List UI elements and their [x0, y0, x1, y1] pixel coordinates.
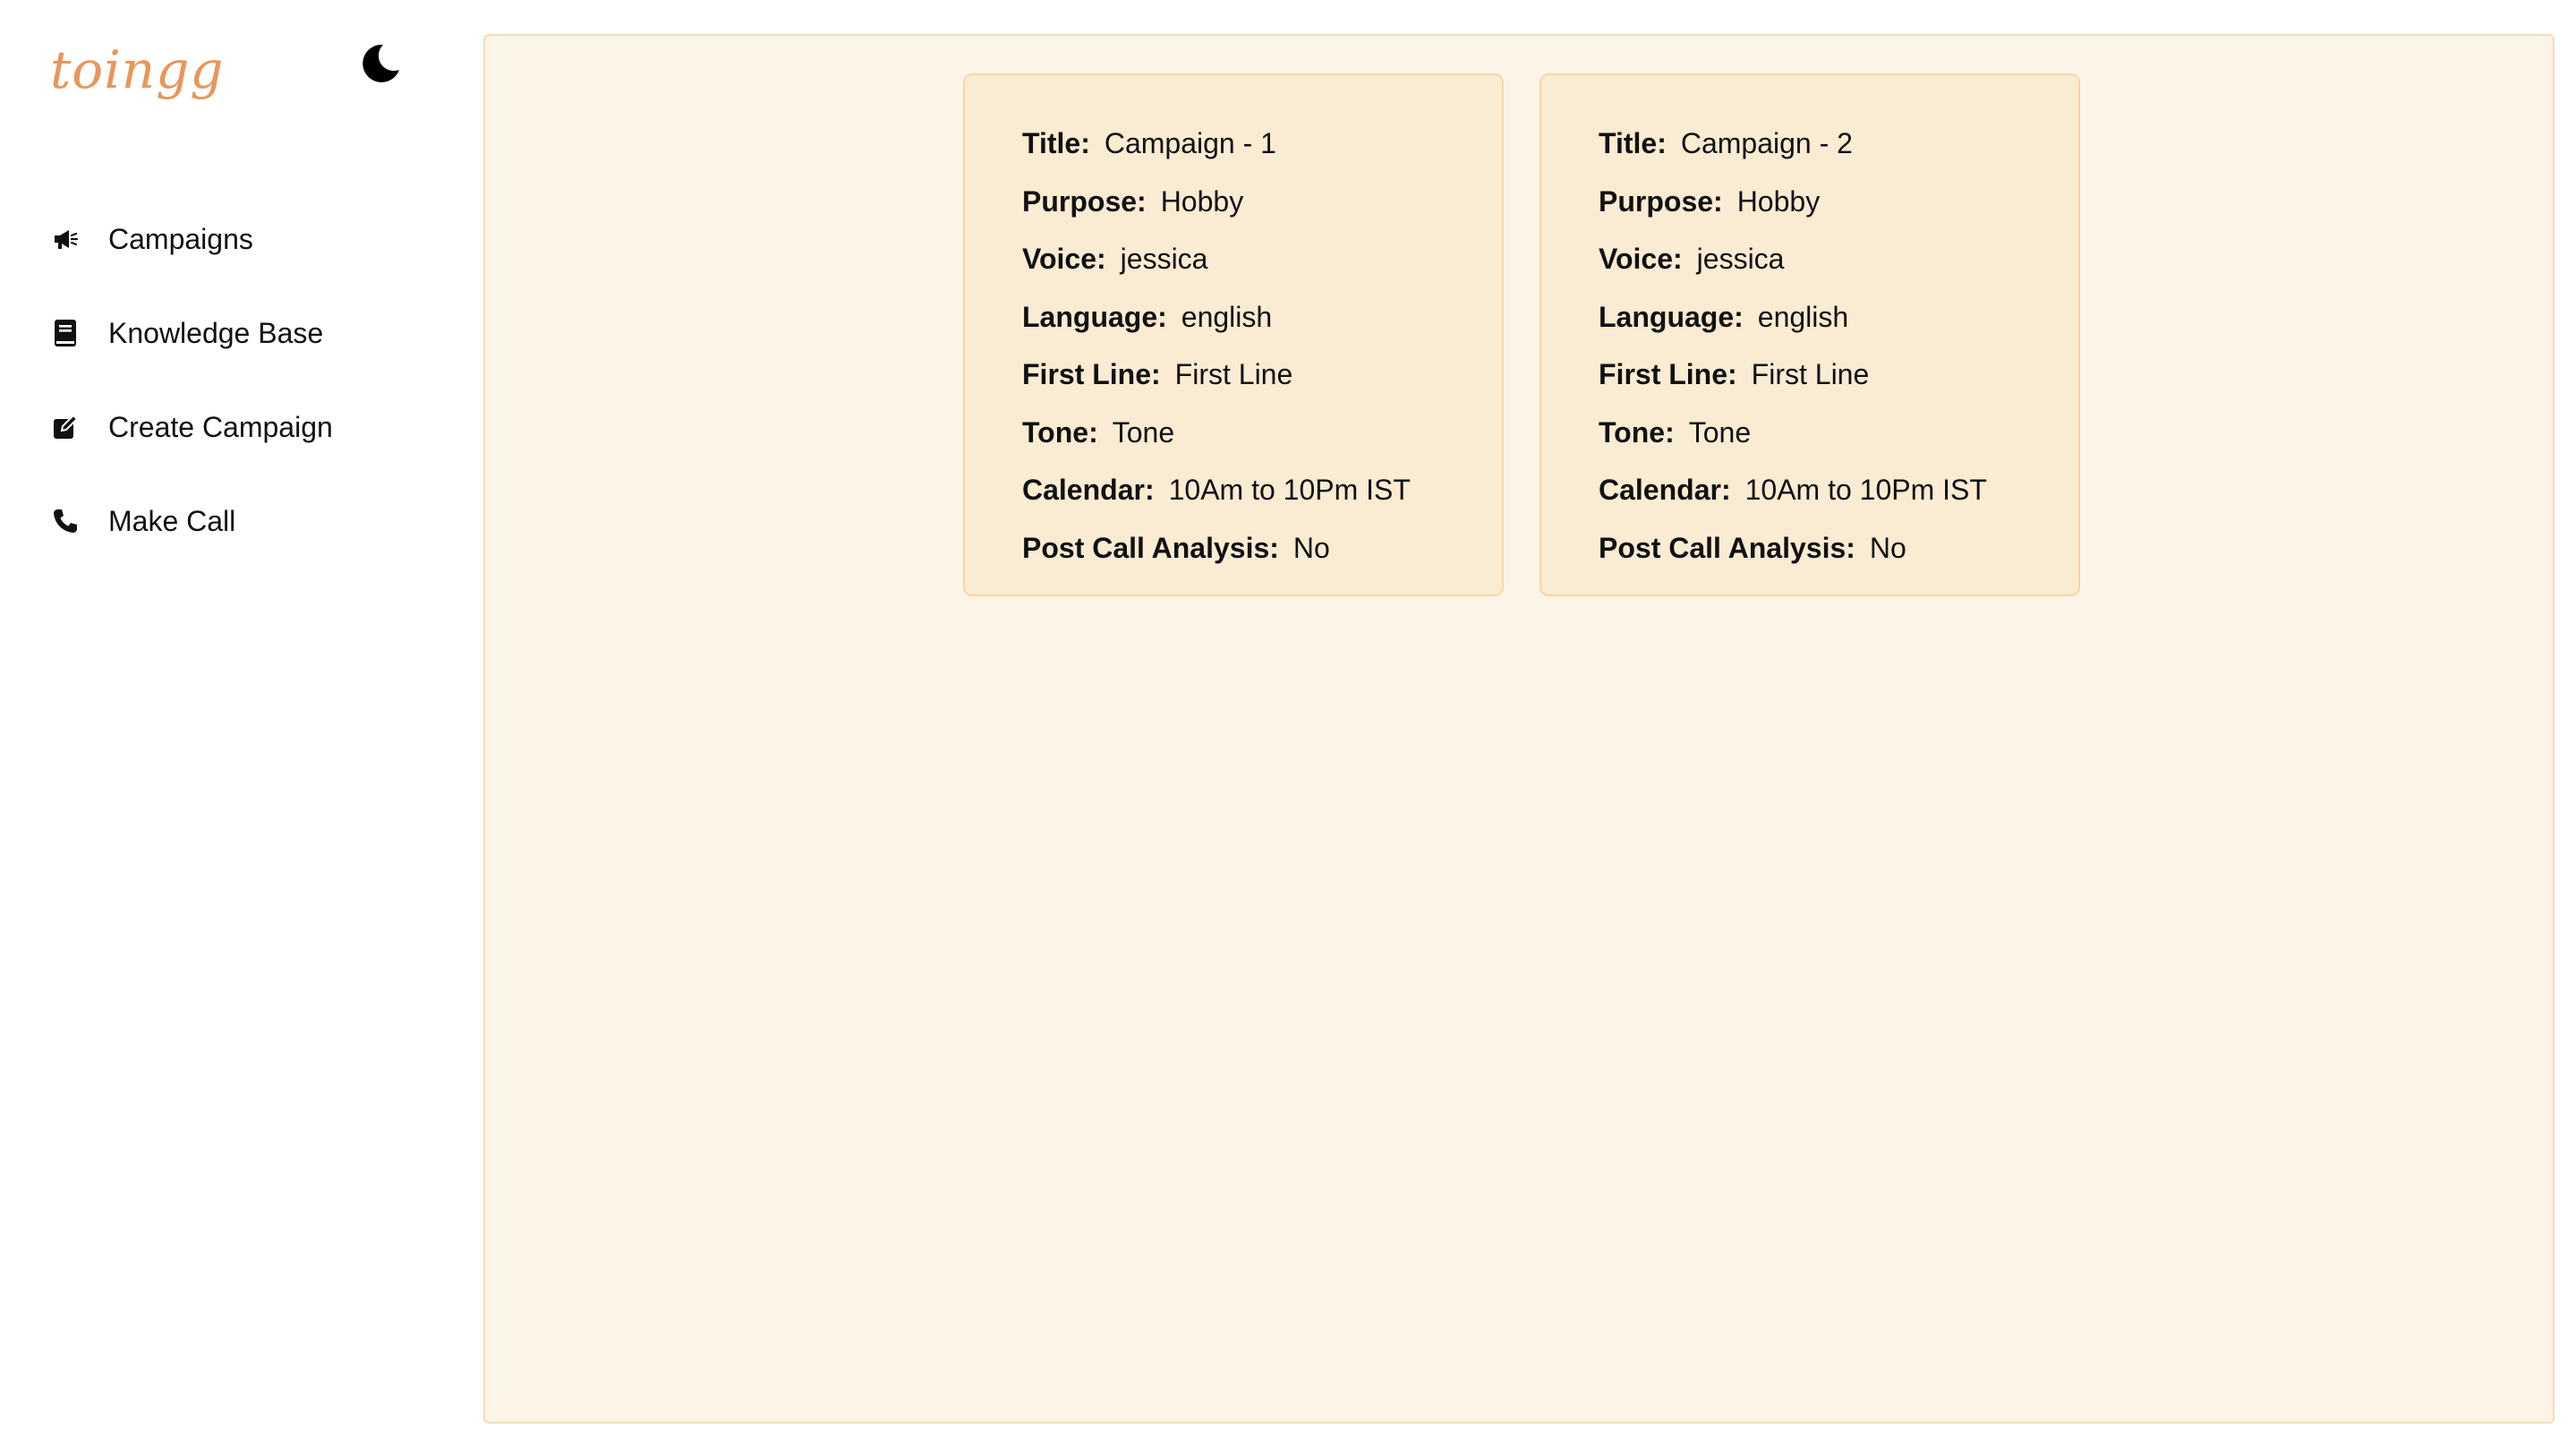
- campaign-language: english: [1757, 300, 1849, 333]
- campaign-title-row: Title: Campaign - 1: [1022, 115, 1502, 173]
- campaign-purpose-row: Purpose: Hobby: [1599, 173, 2078, 231]
- campaign-first-line: First Line: [1751, 358, 1870, 390]
- campaign-post-call-row: Post Call Analysis: No: [1599, 519, 2078, 577]
- campaign-language: english: [1181, 300, 1273, 333]
- campaign-purpose: Hobby: [1736, 184, 1821, 218]
- campaign-calendar: 10Am to 10Pm IST: [1168, 474, 1411, 506]
- field-label: Title:: [1022, 127, 1090, 159]
- campaign-first-line-row: First Line: First Line: [1022, 346, 1502, 404]
- sidebar-item-label: Make Call: [108, 504, 236, 537]
- campaign-purpose: Hobby: [1160, 184, 1244, 218]
- campaign-first-line-row: First Line: First Line: [1599, 346, 2078, 404]
- sidebar-nav: Campaigns Knowledge Base Create Campaign…: [0, 192, 483, 568]
- sidebar-item-make-call[interactable]: Make Call: [0, 474, 483, 568]
- field-label: Tone:: [1022, 415, 1098, 449]
- sidebar-item-create-campaign[interactable]: Create Campaign: [0, 380, 483, 474]
- campaign-tone: Tone: [1112, 415, 1175, 449]
- campaign-first-line: First Line: [1174, 358, 1293, 390]
- campaign-language-row: Language: english: [1022, 288, 1502, 346]
- field-label: First Line:: [1599, 358, 1737, 390]
- campaign-title: Campaign - 1: [1104, 127, 1276, 159]
- campaign-tone: Tone: [1688, 415, 1752, 449]
- field-label: First Line:: [1022, 358, 1161, 390]
- field-label: Calendar:: [1022, 474, 1155, 506]
- sidebar-item-label: Knowledge Base: [108, 316, 324, 349]
- sidebar-item-label: Create Campaign: [108, 410, 333, 443]
- field-label: Calendar:: [1599, 474, 1731, 506]
- field-label: Language:: [1599, 300, 1744, 333]
- field-label: Language:: [1022, 300, 1167, 333]
- field-label: Post Call Analysis:: [1022, 531, 1279, 564]
- moon-icon[interactable]: [356, 39, 405, 88]
- campaign-card[interactable]: Title: Campaign - 1 Purpose: Hobby Voice: j…: [963, 73, 1504, 596]
- logo[interactable]: toingg: [50, 34, 224, 106]
- campaign-voice-row: Voice: jessica: [1599, 230, 2078, 288]
- campaign-calendar: 10Am to 10Pm IST: [1744, 474, 1987, 506]
- megaphone-icon: [48, 222, 82, 256]
- sidebar-item-label: Campaigns: [108, 222, 253, 255]
- campaign-purpose-row: Purpose: Hobby: [1022, 173, 1502, 231]
- field-label: Tone:: [1599, 415, 1675, 449]
- edit-icon: [48, 410, 82, 444]
- sidebar-item-knowledge-base[interactable]: Knowledge Base: [0, 286, 483, 380]
- field-label: Post Call Analysis:: [1599, 531, 1855, 564]
- field-label: Purpose:: [1022, 184, 1147, 218]
- field-label: Purpose:: [1599, 184, 1723, 218]
- campaign-tone-row: Tone: Tone: [1599, 404, 2078, 462]
- campaign-tone-row: Tone: Tone: [1022, 404, 1502, 462]
- campaign-post-call: No: [1869, 531, 1906, 564]
- campaign-calendar-row: Calendar: 10Am to 10Pm IST: [1022, 461, 1502, 519]
- campaign-voice: jessica: [1696, 243, 1785, 275]
- book-icon: [48, 316, 82, 350]
- field-label: Voice:: [1599, 243, 1683, 275]
- campaign-voice-row: Voice: jessica: [1022, 230, 1502, 288]
- campaign-title: Campaign - 2: [1680, 127, 1853, 159]
- campaign-card-list: Title: Campaign - 1 Purpose: Hobby Voice: j…: [963, 73, 2080, 596]
- field-label: Title:: [1599, 127, 1667, 159]
- campaign-post-call-row: Post Call Analysis: No: [1022, 519, 1502, 577]
- app-root: toingg Campaigns Knowledge Base Create C…: [0, 0, 2576, 1454]
- campaign-voice: jessica: [1120, 243, 1208, 275]
- campaign-language-row: Language: english: [1599, 288, 2078, 346]
- campaign-title-row: Title: Campaign - 2: [1599, 115, 2078, 173]
- phone-icon: [48, 504, 82, 538]
- main-content: Title: Campaign - 1 Purpose: Hobby Voice: j…: [483, 34, 2555, 1424]
- campaign-card[interactable]: Title: Campaign - 2 Purpose: Hobby Voice: j…: [1540, 73, 2080, 596]
- campaign-post-call: No: [1292, 531, 1330, 564]
- field-label: Voice:: [1022, 243, 1106, 275]
- sidebar-item-campaigns[interactable]: Campaigns: [0, 192, 483, 286]
- sidebar: toingg Campaigns Knowledge Base Create C…: [0, 0, 483, 1454]
- campaign-calendar-row: Calendar: 10Am to 10Pm IST: [1599, 461, 2078, 519]
